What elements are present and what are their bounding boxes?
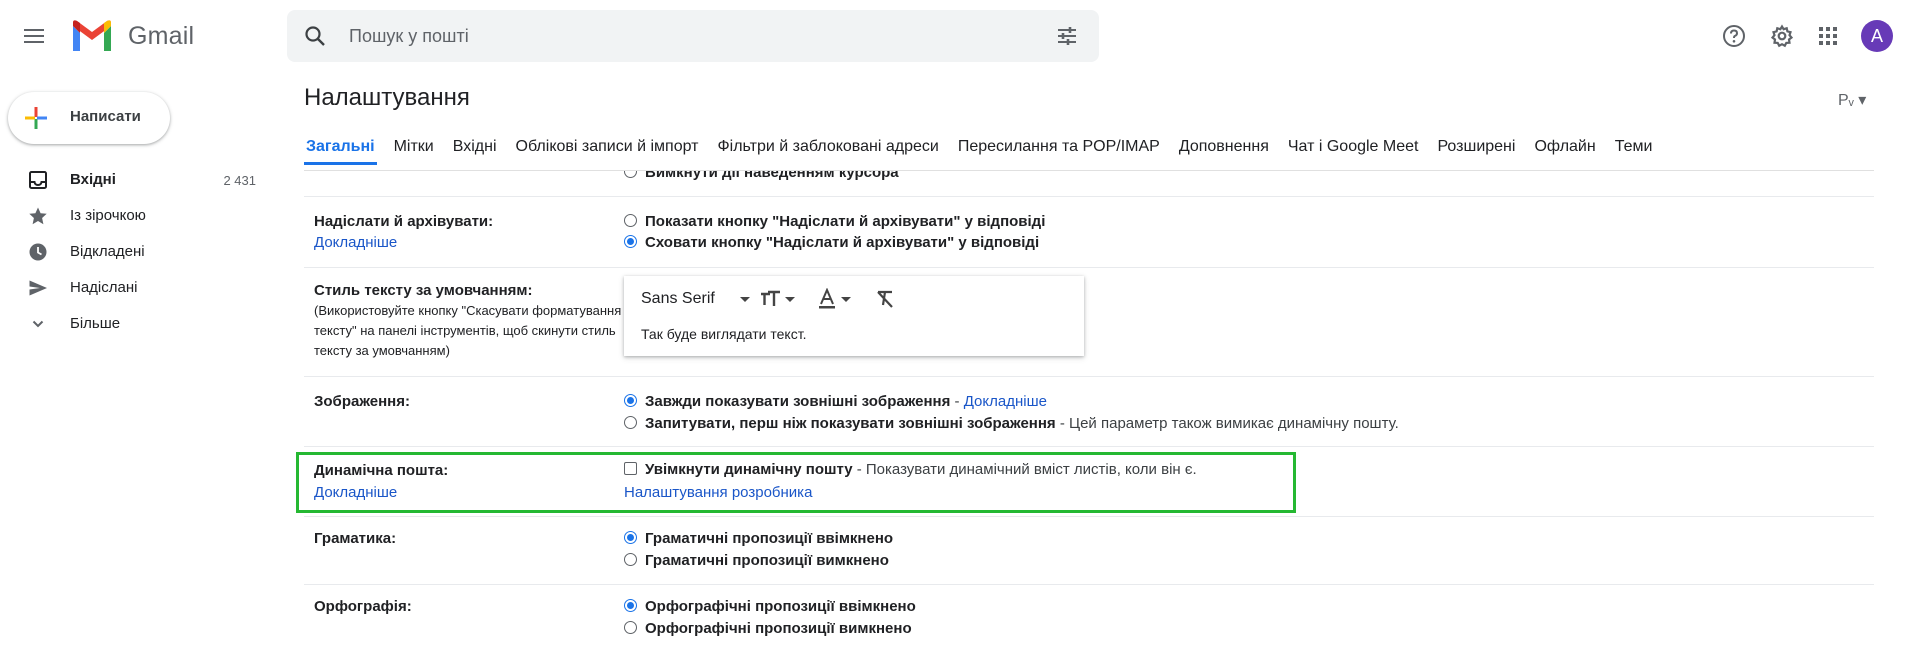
- dynamic-mail-option[interactable]: Увімкнути динамічну пошту - Показувати д…: [624, 461, 1197, 478]
- spelling-option-off[interactable]: Орфографічні пропозиції вимкнено: [624, 620, 912, 637]
- apps-grid-icon[interactable]: [1816, 24, 1840, 48]
- menu-icon[interactable]: [22, 24, 46, 48]
- grammar-option-off[interactable]: Граматичні пропозиції вимкнено: [624, 552, 889, 569]
- sidebar-item-label: Більше: [70, 315, 121, 332]
- sidebar-item-more[interactable]: Більше: [0, 308, 256, 340]
- tab-offline[interactable]: Офлайн: [1532, 134, 1597, 162]
- sidebar-item-label: Із зірочкою: [70, 207, 146, 224]
- tab-addons[interactable]: Доповнення: [1177, 134, 1271, 162]
- clock-icon: [29, 243, 47, 261]
- radio-button[interactable]: [624, 416, 637, 429]
- search-bar: [287, 10, 1099, 62]
- send-icon: [29, 280, 47, 296]
- tab-accounts[interactable]: Облікові записи й імпорт: [514, 134, 701, 162]
- tab-inbox[interactable]: Вхідні: [451, 134, 499, 162]
- sidebar-item-sent[interactable]: Надіслані: [0, 272, 256, 304]
- radio-button-selected[interactable]: [624, 235, 637, 248]
- chevron-down-icon: [32, 320, 44, 328]
- send-archive-label: Надіслати й архівувати:: [314, 213, 494, 230]
- gmail-logo[interactable]: [70, 18, 114, 54]
- spelling-option-on[interactable]: Орфографічні пропозиції ввімкнено: [624, 598, 916, 615]
- images-label: Зображення:: [314, 393, 410, 410]
- tab-themes[interactable]: Теми: [1613, 134, 1655, 162]
- tab-filters[interactable]: Фільтри й заблоковані адреси: [715, 134, 940, 162]
- compose-button[interactable]: Написати: [8, 92, 170, 144]
- gear-icon[interactable]: [1770, 24, 1794, 48]
- row-divider: [304, 584, 1874, 585]
- dynamic-mail-checkbox[interactable]: [624, 462, 637, 475]
- help-icon[interactable]: [1722, 24, 1746, 48]
- radio-button-selected[interactable]: [624, 531, 637, 544]
- font-size-icon[interactable]: [759, 288, 803, 310]
- hover-actions-option[interactable]: Вимкнути дії наведенням курсора: [624, 171, 899, 181]
- sidebar-item-label: Надіслані: [70, 279, 138, 296]
- search-icon[interactable]: [303, 24, 327, 48]
- settings-tabs: Загальні Мітки Вхідні Облікові записи й імп…: [304, 134, 1669, 170]
- text-style-editor: Sans Serif Так буде виглядати текст.: [624, 276, 1084, 356]
- spelling-label: Орфографія:: [314, 598, 412, 615]
- tab-general[interactable]: Загальні: [304, 134, 377, 165]
- app-name: Gmail: [128, 22, 195, 50]
- top-bar: Gmail A: [0, 0, 1905, 72]
- radio-button[interactable]: [624, 214, 637, 227]
- grammar-option-on[interactable]: Граматичні пропозиції ввімкнено: [624, 530, 893, 547]
- radio-button[interactable]: [624, 171, 637, 178]
- text-style-note: (Використовуйте кнопку "Скасувати формат…: [314, 303, 622, 358]
- search-input[interactable]: [349, 22, 989, 50]
- sidebar-item-snoozed[interactable]: Відкладені: [0, 236, 256, 268]
- sidebar-item-label: Відкладені: [70, 243, 145, 260]
- remove-formatting-icon[interactable]: [874, 288, 896, 310]
- radio-button[interactable]: [624, 553, 637, 566]
- tab-labels[interactable]: Мітки: [392, 134, 436, 162]
- send-archive-option-show[interactable]: Показати кнопку "Надіслати й архівувати"…: [624, 213, 1045, 230]
- text-style-label: Стиль тексту за умовчанням:: [314, 282, 533, 299]
- grammar-label: Граматика:: [314, 530, 397, 547]
- compose-label: Написати: [70, 108, 141, 125]
- tune-icon[interactable]: [1055, 24, 1079, 48]
- row-divider: [304, 267, 1874, 268]
- images-option-always[interactable]: Завжди показувати зовнішні зображення - …: [624, 393, 1047, 410]
- images-learn-more-link[interactable]: Докладніше: [964, 393, 1047, 410]
- row-divider: [304, 446, 1874, 447]
- radio-button-selected[interactable]: [624, 394, 637, 407]
- developer-settings-link[interactable]: Налаштування розробника: [624, 484, 812, 501]
- send-archive-option-hide[interactable]: Сховати кнопку "Надіслати й архівувати" …: [624, 234, 1039, 251]
- text-style-preview: Так буде виглядати текст.: [641, 326, 807, 342]
- row-divider: [304, 376, 1874, 377]
- images-option-ask[interactable]: Запитувати, перш ніж показувати зовнішні…: [624, 415, 1399, 432]
- clipped-row: Вимкнути дії наведенням курсора: [0, 171, 1905, 184]
- radio-button[interactable]: [624, 621, 637, 634]
- dynamic-mail-label: Динамічна пошта:: [314, 462, 449, 479]
- row-divider: [304, 196, 1874, 197]
- star-icon: [29, 207, 47, 225]
- dynamic-mail-learn-more-link[interactable]: Докладніше: [314, 484, 397, 501]
- font-family-select[interactable]: Sans Serif: [641, 290, 715, 308]
- avatar[interactable]: A: [1861, 20, 1893, 52]
- tab-advanced[interactable]: Розширені: [1435, 134, 1517, 162]
- send-archive-learn-more-link[interactable]: Докладніше: [314, 234, 397, 251]
- radio-button-selected[interactable]: [624, 599, 637, 612]
- page-title: Налаштування: [304, 84, 470, 111]
- input-tools-button[interactable]: Рᵥ ▾: [1838, 90, 1866, 110]
- tab-forwarding[interactable]: Пересилання та POP/IMAP: [956, 134, 1162, 162]
- tab-chat-meet[interactable]: Чат і Google Meet: [1286, 134, 1421, 162]
- sidebar-item-starred[interactable]: Із зірочкою: [0, 200, 256, 232]
- plus-icon: [25, 107, 47, 129]
- caret-down-icon[interactable]: [734, 288, 756, 310]
- text-color-icon[interactable]: [817, 288, 861, 310]
- row-divider: [304, 516, 1874, 517]
